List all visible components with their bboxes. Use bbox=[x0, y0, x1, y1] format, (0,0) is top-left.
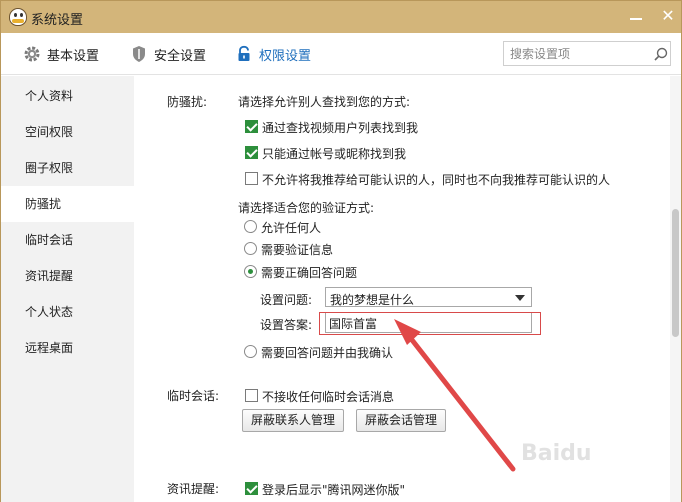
find-by-account-label: 只能通过帐号或昵称找到我 bbox=[262, 147, 407, 161]
sidebar-item-remote-desktop[interactable]: 远程桌面 bbox=[1, 330, 134, 366]
close-button[interactable]: ✕ bbox=[655, 5, 681, 27]
find-by-video-list-checkbox[interactable] bbox=[245, 120, 258, 133]
find-by-video-list-label: 通过查找视频用户列表找到我 bbox=[262, 121, 419, 135]
block-sessions-button[interactable]: 屏蔽会话管理 bbox=[356, 409, 447, 432]
question-value: 我的梦想是什么 bbox=[330, 293, 415, 307]
scrollbar[interactable] bbox=[670, 76, 681, 502]
search-icon[interactable] bbox=[654, 47, 668, 61]
answer-question-radio[interactable] bbox=[244, 265, 257, 278]
answer-label: 设置答案: bbox=[260, 318, 313, 332]
window-title: 系统设置 bbox=[31, 13, 84, 28]
sidebar: 个人资料 空间权限 圈子权限 防骚扰 临时会话 资讯提醒 个人状态 远程桌面 bbox=[1, 76, 134, 502]
chevron-down-icon bbox=[515, 295, 525, 301]
shield-icon bbox=[130, 45, 148, 63]
allow-anyone-label: 允许任何人 bbox=[261, 221, 322, 235]
minimize-button[interactable] bbox=[623, 5, 649, 27]
search-input[interactable] bbox=[510, 45, 650, 63]
answer-and-confirm-label: 需要回答问题并由我确认 bbox=[261, 346, 394, 360]
find-by-account-checkbox[interactable] bbox=[245, 146, 258, 159]
sidebar-item-temp-session[interactable]: 临时会话 bbox=[1, 222, 134, 258]
question-select[interactable]: 我的梦想是什么 bbox=[325, 287, 532, 307]
tab-label: 权限设置 bbox=[259, 48, 312, 64]
find-prompt: 请选择允许别人查找到您的方式: bbox=[238, 95, 411, 109]
settings-window: 系统设置 ✕ 基本设置 安全设置 权限设置 搜索设置项 个人资料 空间权限 圈子… bbox=[0, 0, 682, 502]
tab-permission-settings[interactable]: 权限设置 bbox=[235, 44, 311, 64]
highlight-box bbox=[319, 312, 541, 335]
lock-icon bbox=[235, 45, 253, 63]
sidebar-item-personal-status[interactable]: 个人状态 bbox=[1, 294, 134, 330]
penguin-icon bbox=[9, 8, 27, 26]
need-verify-info-radio[interactable] bbox=[244, 242, 257, 255]
tab-label: 安全设置 bbox=[154, 48, 207, 64]
no-recommend-checkbox[interactable] bbox=[245, 172, 258, 185]
toolbar: 基本设置 安全设置 权限设置 bbox=[1, 33, 681, 75]
answer-question-label: 需要正确回答问题 bbox=[261, 266, 358, 280]
show-mini-news-checkbox[interactable] bbox=[245, 482, 258, 495]
minimize-icon bbox=[630, 18, 642, 20]
sidebar-item-news-alert[interactable]: 资讯提醒 bbox=[1, 258, 134, 294]
question-label: 设置问题: bbox=[260, 293, 313, 307]
sidebar-item-profile[interactable]: 个人资料 bbox=[1, 78, 134, 114]
verify-prompt: 请选择适合您的验证方式: bbox=[238, 201, 375, 215]
title-bar[interactable]: 系统设置 ✕ bbox=[1, 1, 681, 33]
show-mini-news-label: 登录后显示"腾讯网迷你版" bbox=[262, 483, 406, 497]
gear-icon bbox=[23, 45, 41, 63]
tab-security-settings[interactable]: 安全设置 bbox=[130, 44, 206, 64]
temp-session-label: 临时会话: bbox=[167, 389, 220, 403]
sidebar-item-space-permission[interactable]: 空间权限 bbox=[1, 114, 134, 150]
search-box[interactable] bbox=[503, 41, 671, 66]
allow-anyone-radio[interactable] bbox=[244, 220, 257, 233]
tab-basic-settings[interactable]: 基本设置 bbox=[23, 44, 99, 64]
sidebar-item-circle-permission[interactable]: 圈子权限 bbox=[1, 150, 134, 186]
no-recommend-label: 不允许将我推荐给可能认识的人，同时也不向我推荐可能认识的人 bbox=[262, 173, 611, 187]
sidebar-item-anti-harassment[interactable]: 防骚扰 bbox=[1, 186, 134, 222]
reject-temp-session-checkbox[interactable] bbox=[245, 389, 258, 402]
answer-and-confirm-radio[interactable] bbox=[244, 345, 257, 358]
reject-temp-session-label: 不接收任何临时会话消息 bbox=[262, 390, 395, 404]
main-panel: 防骚扰: 请选择允许别人查找到您的方式: 通过查找视频用户列表找到我 只能通过帐… bbox=[134, 76, 670, 502]
need-verify-info-label: 需要验证信息 bbox=[261, 243, 334, 257]
scroll-thumb[interactable] bbox=[672, 209, 679, 337]
close-icon: ✕ bbox=[661, 6, 675, 25]
anti-harass-label: 防骚扰: bbox=[167, 95, 208, 109]
news-alert-label: 资讯提醒: bbox=[167, 482, 220, 496]
baidu-watermark-icon: Baidu bbox=[521, 441, 592, 466]
tab-label: 基本设置 bbox=[47, 48, 100, 64]
block-contacts-button[interactable]: 屏蔽联系人管理 bbox=[242, 409, 345, 432]
